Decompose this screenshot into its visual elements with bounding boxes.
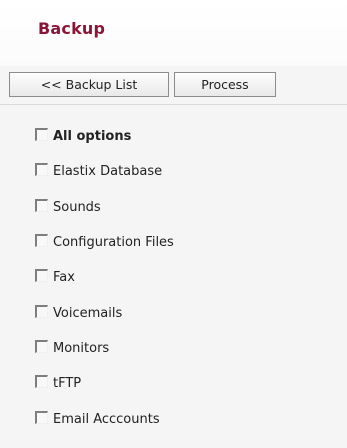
checkbox[interactable] bbox=[35, 162, 48, 176]
checkbox[interactable] bbox=[35, 339, 48, 353]
checkbox[interactable] bbox=[35, 233, 48, 247]
option-monitors[interactable]: Monitors bbox=[35, 339, 109, 357]
option-configuration-files[interactable]: Configuration Files bbox=[35, 233, 174, 251]
option-label: Voicemails bbox=[53, 305, 123, 321]
option-elastix-database[interactable]: Elastix Database bbox=[35, 162, 162, 180]
process-button[interactable]: Process bbox=[174, 72, 276, 97]
page-header: Backup bbox=[0, 0, 347, 66]
option-email-accounts[interactable]: Email Acccounts bbox=[35, 410, 160, 428]
option-all-options[interactable]: All options bbox=[35, 127, 131, 145]
backup-options-panel: All options Elastix Database Sounds Conf… bbox=[0, 105, 347, 448]
option-label: tFTP bbox=[53, 375, 82, 391]
checkbox[interactable] bbox=[35, 304, 48, 318]
option-label: Fax bbox=[53, 269, 75, 285]
option-label: All options bbox=[53, 128, 132, 144]
page-title: Backup bbox=[38, 19, 106, 38]
option-label: Monitors bbox=[53, 340, 110, 356]
option-sounds[interactable]: Sounds bbox=[35, 198, 101, 216]
checkbox[interactable] bbox=[35, 268, 48, 282]
option-label: Sounds bbox=[53, 199, 101, 215]
checkbox[interactable] bbox=[35, 374, 48, 388]
checkbox[interactable] bbox=[35, 410, 48, 424]
option-label: Elastix Database bbox=[53, 163, 163, 179]
toolbar: << Backup List Process bbox=[0, 66, 347, 104]
option-voicemails[interactable]: Voicemails bbox=[35, 304, 122, 322]
option-label: Email Acccounts bbox=[53, 411, 160, 427]
option-fax[interactable]: Fax bbox=[35, 268, 75, 286]
checkbox[interactable] bbox=[35, 198, 48, 212]
option-label: Configuration Files bbox=[53, 234, 174, 250]
checkbox[interactable] bbox=[35, 127, 48, 141]
backup-list-button[interactable]: << Backup List bbox=[9, 72, 169, 97]
option-tftp[interactable]: tFTP bbox=[35, 374, 81, 392]
